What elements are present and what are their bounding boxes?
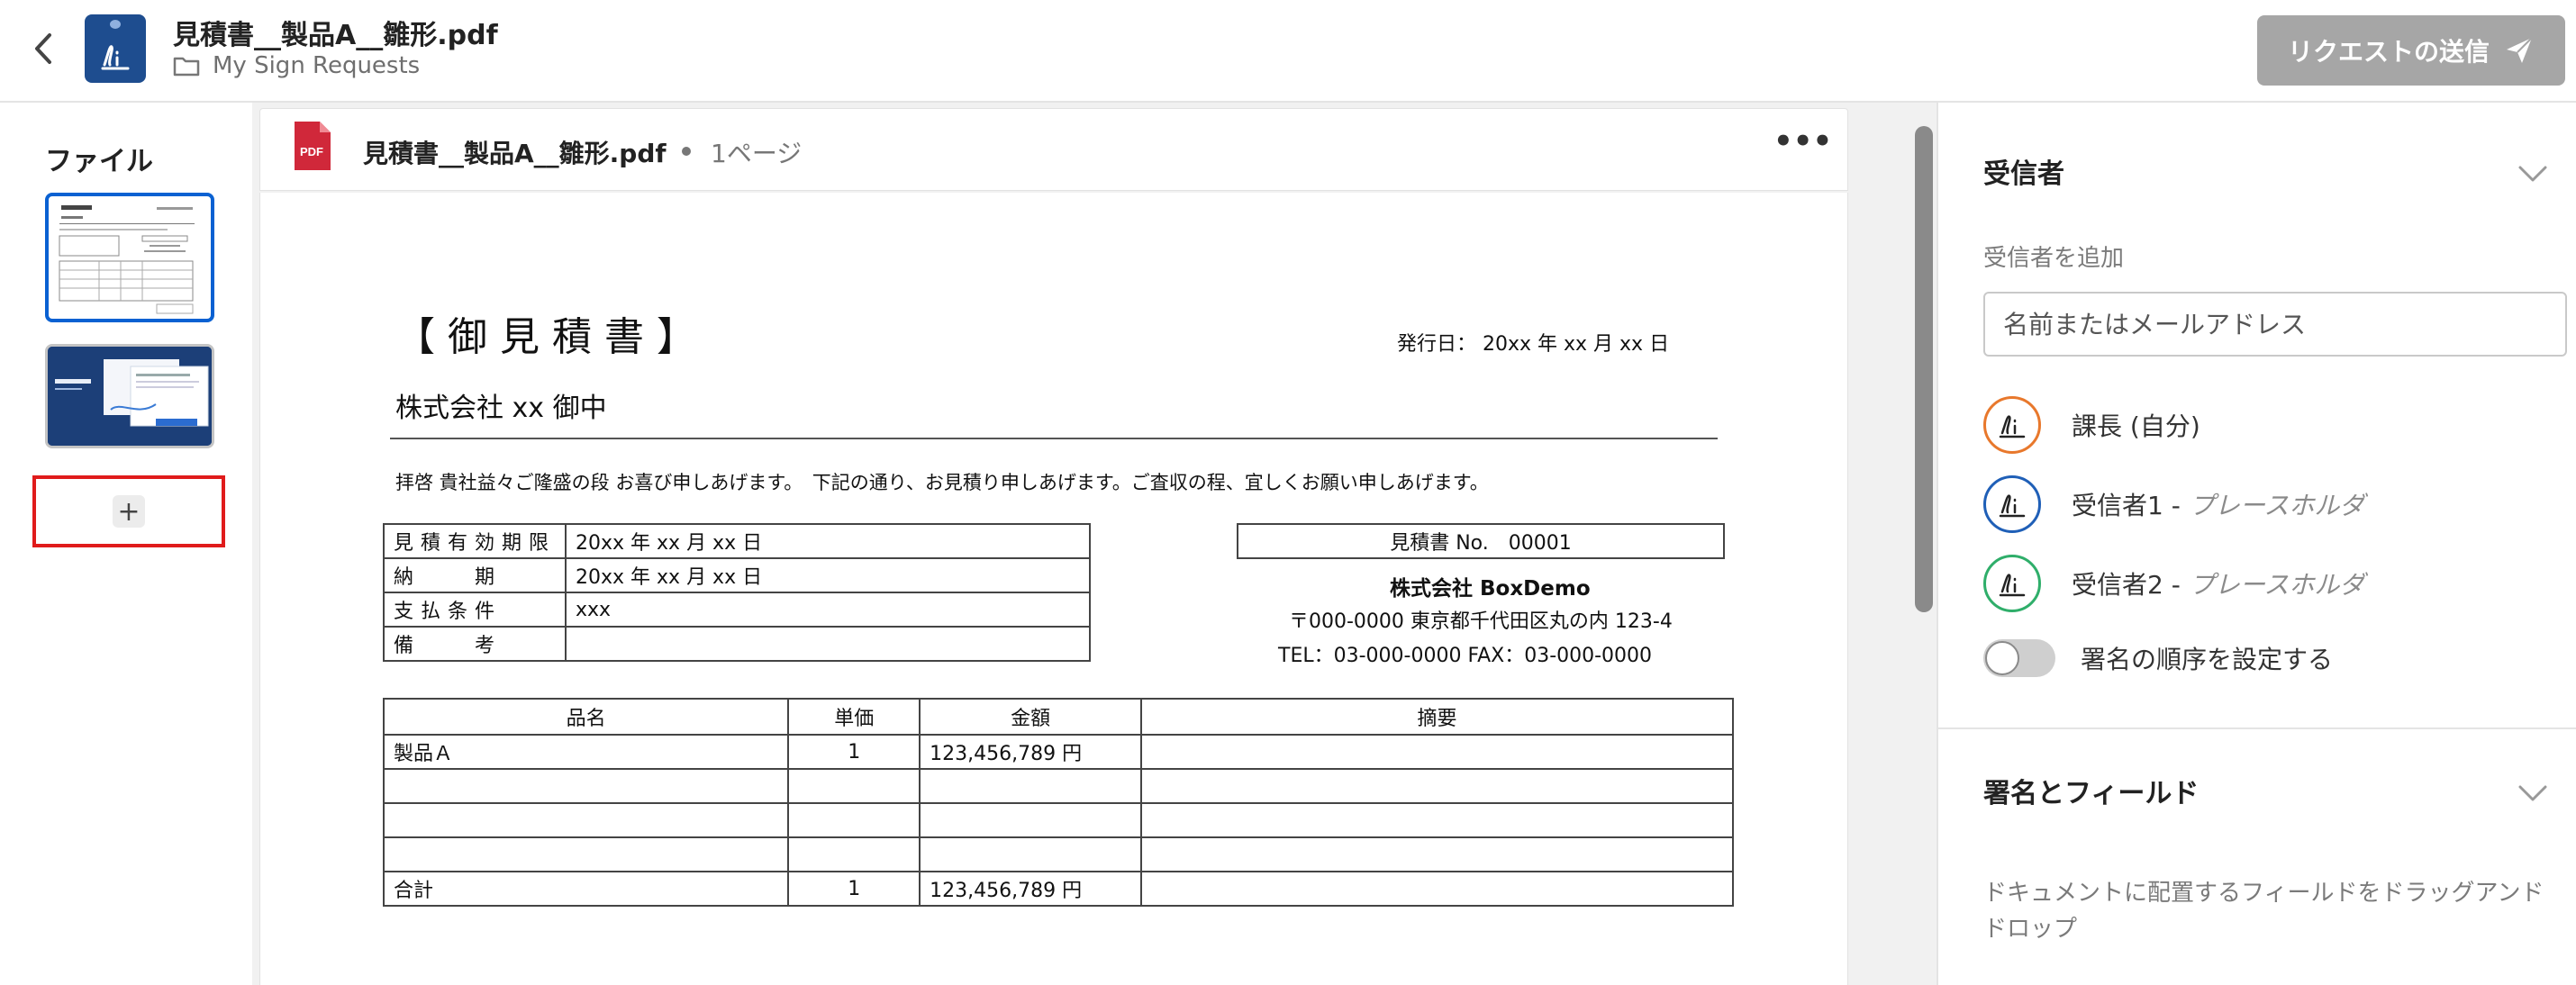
issue-date: 発行日： 20xx 年 xx 月 xx 日 [1397,333,1670,356]
page-thumbnail-2[interactable] [45,344,214,448]
fields-description: ドキュメントに配置するフィールドをドラッグアンドドロップ [1983,880,2544,943]
folder-breadcrumb[interactable]: My Sign Requests [173,52,420,79]
document-name: 見積書__製品A__雛形.pdf [363,139,667,168]
table-row [382,836,1734,872]
signature-avatar-icon [1983,555,2041,612]
folder-icon [173,57,200,77]
folder-name[interactable]: My Sign Requests [213,52,420,79]
table-row: 支払条件 xxx [382,592,1091,628]
issuer-company: 株式会社 BoxDemo [1390,577,1591,601]
signature-avatar-icon [1983,475,2041,533]
box-sign-file-icon [85,14,146,83]
signing-order-row: 署名の順序を設定する [1983,639,2333,677]
send-icon [2507,37,2533,63]
table-row: 備 考 [382,626,1091,662]
terms-table: 見積有効期限 20xx 年 xx 月 xx 日 納 期 20xx 年 xx 月 xx… [382,523,1091,662]
table-row [382,802,1734,838]
issuer-tel: TEL：03-000-0000 FAX：03-000-0000 [1278,645,1653,667]
chevron-down-icon[interactable] [2515,774,2551,810]
recipients-panel: 受信者 受信者を追加 課長 (自分) 受信者1 - プレースホルダ 受信者2 -… [1937,103,2576,985]
chevron-down-icon[interactable] [2515,155,2551,191]
fields-title: 署名とフィールド [1983,778,2200,809]
document-page: 【御見積書】 発行日： 20xx 年 xx 月 xx 日 株式会社 xx 御中 … [259,193,1848,985]
table-row [382,768,1734,804]
items-table: 品名 単価 金額 摘要 製品Ａ 1 123,456,789 円 合計 1 123,456… [382,698,1734,907]
send-request-button[interactable]: リクエストの送信 [2257,15,2565,86]
quote-number: 見積書 No. 00001 [1237,523,1725,559]
signature-avatar-icon [1983,396,2041,454]
add-recipient-label: 受信者を追加 [1983,245,2125,272]
recipient-company: 株式会社 xx 御中 [395,393,607,424]
back-arrow-icon[interactable] [25,31,61,67]
recipients-title: 受信者 [1983,158,2064,190]
page-count: 1ページ [711,139,803,168]
issuer-address: 〒000-0000 東京都千代田区丸の内 123-4 [1289,610,1673,633]
more-options-icon[interactable]: ••• [1773,123,1832,167]
top-header: 見積書__製品A__雛形.pdf My Sign Requests リクエストの… [0,0,2576,103]
file-thumbnail-panel: ファイル + [0,103,252,985]
intro-text: 拝啓 貴社益々ご隆盛の段 お喜び申しあげます。 下記の通り、お見積り申しあげます… [395,472,1489,493]
recipient-search-input[interactable] [1983,292,2567,357]
send-request-label: リクエストの送信 [2287,37,2490,67]
add-file-button[interactable]: + [113,495,145,528]
add-file-area: + [32,475,225,547]
recipient-item-self[interactable]: 課長 (自分) [1983,396,2200,454]
svg-text:PDF: PDF [300,145,323,158]
recipient-item-1[interactable]: 受信者1 - プレースホルダ [1983,475,2364,533]
page-thumbnail-1[interactable] [45,193,214,322]
table-header-row: 品名 単価 金額 摘要 [382,698,1734,736]
signing-order-label: 署名の順序を設定する [2081,645,2334,674]
table-row: 製品Ａ 1 123,456,789 円 [382,734,1734,770]
header-rule [390,438,1718,439]
files-label: ファイル [45,146,153,177]
table-row: 納 期 20xx 年 xx 月 xx 日 [382,557,1091,593]
pdf-file-icon: PDF [295,122,331,170]
document-header: PDF 見積書__製品A__雛形.pdf 1ページ ••• [259,108,1848,191]
section-divider [1938,727,2576,729]
document-scrollbar-thumb[interactable] [1915,126,1933,612]
quote-title: 【御見積書】 [395,314,709,360]
signing-order-toggle[interactable] [1983,639,2055,677]
recipient-item-2[interactable]: 受信者2 - プレースホルダ [1983,555,2364,612]
table-row: 合計 1 123,456,789 円 [382,871,1734,907]
document-title: 見積書__製品A__雛形.pdf [173,20,498,51]
table-row: 見積有効期限 20xx 年 xx 月 xx 日 [382,523,1091,559]
quote-number-box: 見積書 No. 00001 [1237,523,1725,559]
separator-dot [682,147,691,156]
